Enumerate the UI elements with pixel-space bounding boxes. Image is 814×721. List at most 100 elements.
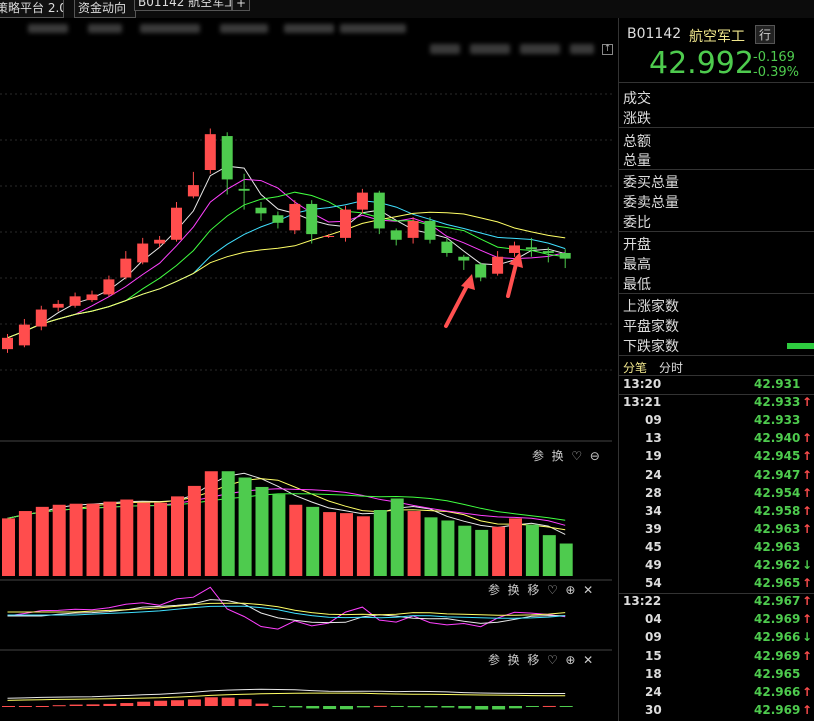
tick-price: 42.965 [754, 576, 801, 591]
param-button[interactable]: 参 [488, 583, 500, 597]
zoom-in-icon[interactable]: ⊕ [565, 583, 575, 597]
tick-row: 18 42.965 [619, 667, 814, 685]
price-change: -0.169 -0.39% [753, 50, 799, 80]
tab-minute[interactable]: 分时 [659, 359, 683, 376]
favorite-icon[interactable]: ♡ [547, 583, 558, 597]
arrow-up-icon: ↑ [802, 467, 813, 482]
tick-row: 09 42.966 ↓ [619, 630, 814, 648]
tick-price: 42.965 [754, 666, 801, 681]
tick-price: 42.947 [754, 467, 801, 482]
industry-button[interactable]: 行 [755, 25, 776, 44]
favorite-icon[interactable]: ♡ [547, 653, 558, 667]
arrow-up-icon: ↑ [802, 431, 813, 446]
tick-row: 28 42.954 ↑ [619, 486, 814, 504]
candle-body [542, 251, 554, 253]
tick-row: 15 42.969 ↑ [619, 649, 814, 667]
candle-body [340, 209, 351, 238]
tick-row: 30 42.969 ↑ [619, 703, 814, 721]
move-button[interactable]: 移 [527, 583, 539, 597]
param-button[interactable]: 参 [488, 653, 500, 667]
tick-price: 42.966 [754, 630, 801, 645]
volume-bar [407, 511, 421, 576]
tick-price: 42.969 [754, 612, 801, 627]
arrow-up-icon: ↑ [802, 648, 813, 663]
switch-button[interactable]: 换 [508, 583, 520, 597]
label-advancers: 上涨家数 [623, 299, 679, 315]
label-decliners: 下跌家数 [623, 339, 679, 355]
volume-bar [120, 499, 134, 576]
arrow-up-icon: ↑ [802, 594, 813, 609]
param-button[interactable]: 参 [532, 449, 544, 463]
volume-bar [509, 518, 522, 576]
histogram-bar [424, 706, 438, 708]
volume-bar [289, 504, 303, 576]
label-bid-ratio: 委比 [623, 215, 651, 231]
switch-button[interactable]: 换 [552, 449, 564, 463]
tick-price: 42.954 [754, 485, 801, 500]
move-button[interactable]: 移 [527, 653, 539, 667]
candle-body [323, 236, 335, 237]
ma-line [7, 165, 566, 339]
candle-body [187, 185, 199, 197]
label-bid-total: 委买总量 [623, 175, 679, 191]
histogram-bar [35, 706, 49, 707]
tick-price: 42.958 [754, 503, 801, 518]
candle-body [171, 207, 182, 240]
tab-fund-flow[interactable]: 资金动向 [74, 0, 136, 18]
tick-time: 13:20 [623, 377, 662, 391]
candle-body [69, 296, 81, 306]
close-icon[interactable]: ✕ [583, 653, 593, 667]
volume-bar [69, 503, 83, 576]
tick-time: 04 [645, 612, 662, 627]
favorite-icon[interactable]: ♡ [571, 449, 582, 463]
tick-row: 39 42.963 ↑ [619, 522, 814, 540]
label-total-volume: 总量 [623, 153, 651, 169]
tick-price: 42.967 [754, 594, 801, 609]
histogram-bar [18, 706, 32, 707]
arrow-up-icon: ↑ [802, 684, 813, 699]
candle-body [559, 252, 571, 259]
zoom-in-icon[interactable]: ⊕ [565, 653, 575, 667]
label-low: 最低 [623, 277, 651, 293]
volume-bar [542, 535, 556, 576]
volume-bar [356, 516, 370, 576]
zoom-out-icon[interactable]: ⊖ [590, 449, 600, 463]
histogram-bar [187, 699, 201, 706]
tick-time: 34 [645, 503, 662, 518]
tick-time: 45 [645, 539, 662, 554]
histogram-bar [441, 706, 455, 708]
tick-price: 42.945 [754, 449, 801, 464]
kline-chart-area[interactable] [0, 38, 612, 721]
tab-strategy-platform[interactable]: 策略平台 2.0 [0, 0, 64, 18]
volume-bar [475, 529, 489, 576]
switch-button[interactable]: 换 [508, 653, 520, 667]
volume-bar [306, 506, 320, 576]
candle-body [272, 215, 284, 223]
tick-time: 18 [645, 666, 662, 681]
tick-price: 42.962 [754, 558, 801, 572]
tick-row: 13:20 42.931 [619, 377, 814, 395]
tick-time: 09 [645, 413, 662, 428]
tick-price: 42.933 [754, 395, 801, 410]
tick-price: 42.940 [754, 431, 801, 446]
candle-body [306, 203, 318, 235]
tick-row: 19 42.945 ↑ [619, 449, 814, 467]
arrow-up-icon: ↑ [802, 612, 813, 627]
histogram-bar [289, 706, 303, 708]
tab-ticks[interactable]: 分笔 [623, 359, 647, 376]
candle-body [86, 294, 98, 301]
volume-bar [559, 543, 573, 576]
volume-bar [340, 513, 353, 576]
tab-add[interactable]: + [232, 0, 250, 11]
volume-bar [492, 526, 506, 576]
tick-price: 42.963 [754, 521, 801, 536]
close-icon[interactable]: ✕ [583, 583, 593, 597]
arrow-down-icon: ↓ [802, 630, 813, 645]
tick-row: 13:22 42.967 ↑ [619, 594, 814, 612]
volume-bar [525, 524, 539, 576]
arrow-up-icon: ↑ [802, 702, 813, 717]
tick-price: 42.933 [754, 413, 801, 428]
last-price: 42.992 [649, 46, 754, 81]
tab-sector[interactable]: B01142 航空军工 [134, 0, 232, 11]
tick-row: 49 42.962 ↓ [619, 558, 814, 576]
